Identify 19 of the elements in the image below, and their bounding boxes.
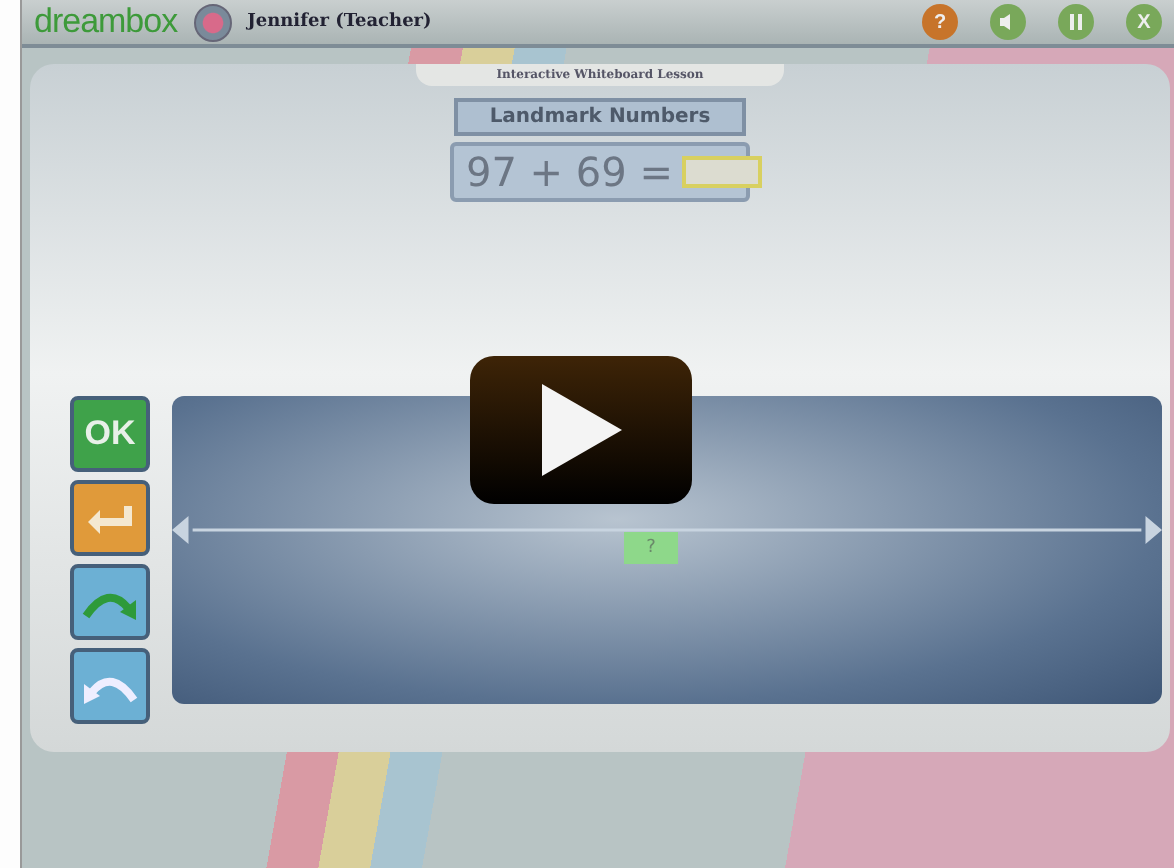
answer-field[interactable] (681, 156, 761, 188)
lesson-title: Landmark Numbers (453, 98, 747, 136)
close-button[interactable]: X (1126, 4, 1162, 40)
play-icon (537, 380, 625, 480)
play-button[interactable] (470, 356, 692, 504)
help-button[interactable]: ? (922, 4, 958, 40)
logo: dreambox (34, 2, 178, 42)
return-arrow-icon (84, 500, 136, 536)
user-name: Jennifer (Teacher) (247, 12, 432, 32)
pause-icon (1068, 14, 1084, 30)
back-button[interactable] (70, 480, 150, 556)
ok-button[interactable]: OK (70, 396, 150, 472)
sound-button[interactable] (990, 4, 1026, 40)
equation: 97 + 69 = (466, 148, 673, 196)
pause-button[interactable] (1058, 4, 1094, 40)
number-marker[interactable]: ? (624, 532, 678, 564)
avatar-icon (193, 3, 232, 41)
undo-button[interactable] (70, 648, 150, 724)
redo-button[interactable] (70, 564, 150, 640)
